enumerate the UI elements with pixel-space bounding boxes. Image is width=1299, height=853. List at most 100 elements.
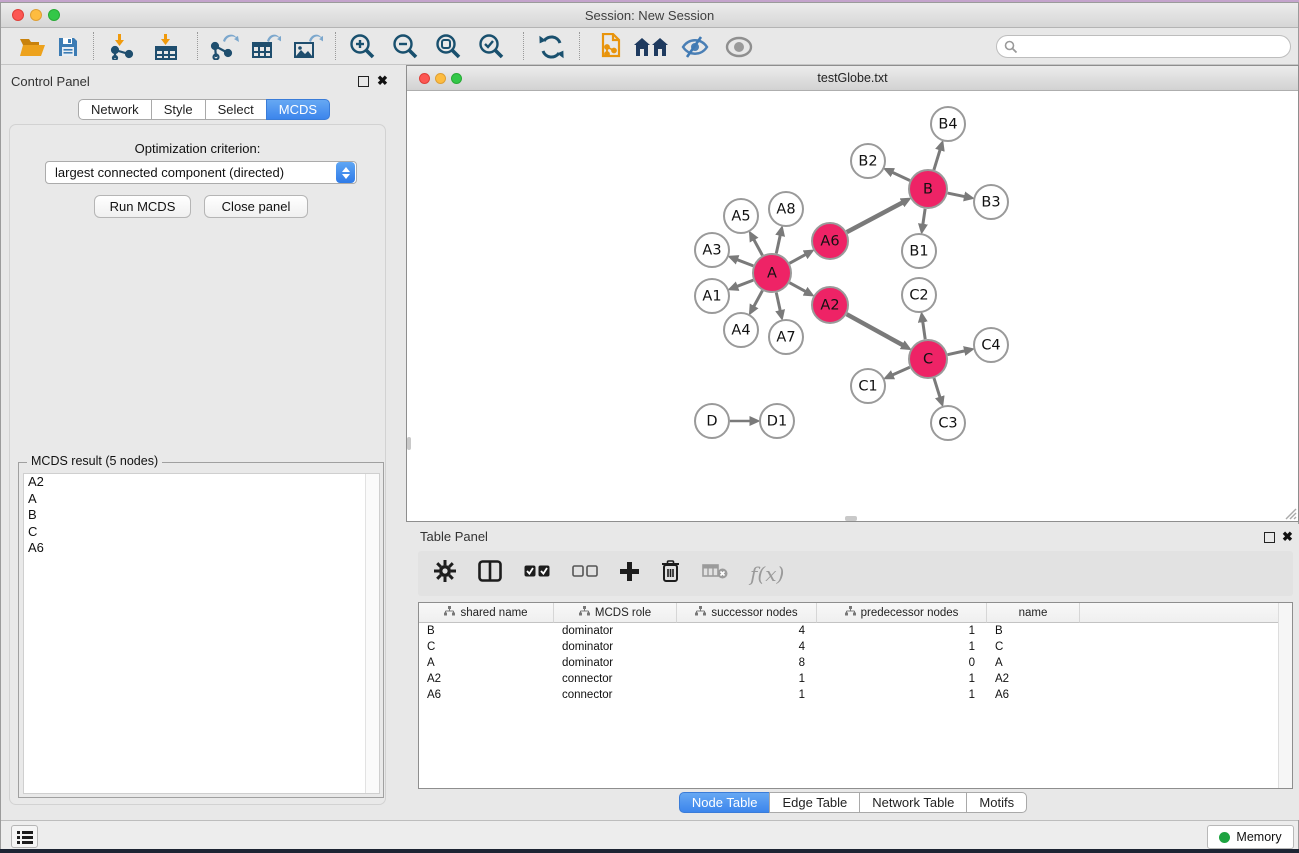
graph-node-B1[interactable]: B1 <box>902 234 936 268</box>
graph-node-A7[interactable]: A7 <box>769 320 803 354</box>
tab-motifs[interactable]: Motifs <box>966 792 1027 813</box>
close-panel-icon[interactable]: ✖ <box>377 75 388 86</box>
graph-node-A4[interactable]: A4 <box>724 313 758 347</box>
edge-A2-C[interactable] <box>847 314 903 345</box>
graph-node-A3[interactable]: A3 <box>695 233 729 267</box>
table-row[interactable]: Bdominator41B <box>419 623 1292 639</box>
table-row[interactable]: A2connector11A2 <box>419 671 1292 687</box>
cell-predecessor-nodes[interactable]: 1 <box>817 639 987 655</box>
delete-column-icon[interactable] <box>661 560 680 587</box>
graph-node-C[interactable]: C <box>909 340 947 378</box>
cell-successor-nodes[interactable]: 1 <box>677 687 817 703</box>
mcds-result-item[interactable]: A6 <box>24 540 379 557</box>
table-row[interactable]: Cdominator41C <box>419 639 1292 655</box>
tab-node-table[interactable]: Node Table <box>679 792 771 813</box>
column-header-predecessor-nodes[interactable]: predecessor nodes <box>817 603 987 623</box>
cell-predecessor-nodes[interactable]: 1 <box>817 671 987 687</box>
export-network-icon[interactable] <box>207 33 241 61</box>
graph-node-B4[interactable]: B4 <box>931 107 965 141</box>
cell-name[interactable]: A <box>987 655 1080 671</box>
zoom-selected-icon[interactable] <box>475 33 509 61</box>
cell-predecessor-nodes[interactable]: 0 <box>817 655 987 671</box>
cell-name[interactable]: A2 <box>987 671 1080 687</box>
graph-node-B2[interactable]: B2 <box>851 144 885 178</box>
graph-node-B[interactable]: B <box>909 170 947 208</box>
graph-node-A[interactable]: A <box>753 254 791 292</box>
cell-MCDS-role[interactable]: dominator <box>554 623 677 639</box>
edge-C-C2[interactable] <box>923 322 925 339</box>
task-history-button[interactable] <box>11 825 38 848</box>
show-visibility-icon[interactable] <box>721 33 757 61</box>
hide-visibility-icon[interactable] <box>677 33 713 61</box>
select-all-columns-icon[interactable] <box>524 565 550 583</box>
network-window-titlebar[interactable]: testGlobe.txt <box>407 66 1298 91</box>
edge-A-A4[interactable] <box>754 291 763 307</box>
import-network-icon[interactable] <box>107 33 139 61</box>
cell-successor-nodes[interactable]: 8 <box>677 655 817 671</box>
edge-B-B1[interactable] <box>923 209 925 224</box>
mcds-result-list[interactable]: A2ABCA6 <box>23 473 380 794</box>
cell-MCDS-role[interactable]: connector <box>554 687 677 703</box>
table-row[interactable]: A6connector11A6 <box>419 687 1292 703</box>
cell-shared-name[interactable]: A6 <box>419 687 554 703</box>
edge-A6-B[interactable] <box>847 203 903 233</box>
cell-predecessor-nodes[interactable]: 1 <box>817 623 987 639</box>
edge-B-B3[interactable] <box>948 193 965 197</box>
close-panel-icon[interactable]: ✖ <box>1282 531 1293 542</box>
cell-successor-nodes[interactable]: 4 <box>677 623 817 639</box>
run-mcds-button[interactable]: Run MCDS <box>94 195 191 218</box>
cell-shared-name[interactable]: B <box>419 623 554 639</box>
resize-grip-icon[interactable] <box>1284 507 1297 520</box>
refresh-view-icon[interactable] <box>535 33 567 61</box>
cell-successor-nodes[interactable]: 4 <box>677 639 817 655</box>
tab-edge-table[interactable]: Edge Table <box>769 792 860 813</box>
tab-style[interactable]: Style <box>151 99 206 120</box>
canvas-horizontal-scrollbar[interactable] <box>845 516 857 521</box>
table-scrollbar[interactable] <box>1278 603 1292 788</box>
edge-B-B4[interactable] <box>934 150 940 170</box>
network-canvas[interactable]: B4B2BB3A5A8A6A3B1AA1C2A2A4A7C4CC1C3DD1 <box>407 92 1298 521</box>
graph-node-D1[interactable]: D1 <box>760 404 794 438</box>
float-panel-icon[interactable] <box>358 76 369 87</box>
search-input[interactable] <box>996 35 1291 58</box>
graph-node-A1[interactable]: A1 <box>695 279 729 313</box>
tab-mcds[interactable]: MCDS <box>266 99 330 120</box>
save-session-icon[interactable] <box>53 33 83 61</box>
edge-A-A5[interactable] <box>754 240 763 256</box>
column-layout-icon[interactable] <box>478 560 502 587</box>
edge-C-C1[interactable] <box>893 367 910 375</box>
import-table-icon[interactable] <box>151 33 183 61</box>
graph-node-C3[interactable]: C3 <box>931 406 965 440</box>
network-document-icon[interactable] <box>593 33 625 61</box>
edge-B-B2[interactable] <box>892 172 909 180</box>
criterion-dropdown[interactable]: largest connected component (directed) <box>45 161 357 184</box>
canvas-vertical-scrollbar[interactable] <box>407 437 411 450</box>
cell-shared-name[interactable]: A <box>419 655 554 671</box>
zoom-out-icon[interactable] <box>389 33 423 61</box>
edge-A-A2[interactable] <box>790 283 806 292</box>
graph-node-B3[interactable]: B3 <box>974 185 1008 219</box>
cell-predecessor-nodes[interactable]: 1 <box>817 687 987 703</box>
zoom-in-icon[interactable] <box>346 33 380 61</box>
list-scrollbar[interactable] <box>365 474 379 793</box>
home-icon[interactable] <box>631 33 671 61</box>
column-header-name[interactable]: name <box>987 603 1080 623</box>
column-header-MCDS-role[interactable]: MCDS role <box>554 603 677 623</box>
edge-C-C4[interactable] <box>948 351 965 355</box>
graph-node-A5[interactable]: A5 <box>724 199 758 233</box>
zoom-fit-icon[interactable] <box>432 33 466 61</box>
edge-A-A1[interactable] <box>737 280 753 286</box>
add-column-icon[interactable] <box>620 562 639 586</box>
edge-A-A6[interactable] <box>790 255 806 264</box>
mcds-result-item[interactable]: B <box>24 507 379 524</box>
network-graph[interactable]: B4B2BB3A5A8A6A3B1AA1C2A2A4A7C4CC1C3DD1 <box>407 92 1298 521</box>
column-header-successor-nodes[interactable]: successor nodes <box>677 603 817 623</box>
table-row[interactable]: Adominator80A <box>419 655 1292 671</box>
node-table[interactable]: shared nameMCDS rolesuccessor nodesprede… <box>418 602 1293 789</box>
graph-node-A8[interactable]: A8 <box>769 192 803 226</box>
graph-node-D[interactable]: D <box>695 404 729 438</box>
mcds-result-item[interactable]: A2 <box>24 474 379 491</box>
close-panel-button[interactable]: Close panel <box>204 195 308 218</box>
graph-node-A6[interactable]: A6 <box>812 223 848 259</box>
tab-network-table[interactable]: Network Table <box>859 792 967 813</box>
